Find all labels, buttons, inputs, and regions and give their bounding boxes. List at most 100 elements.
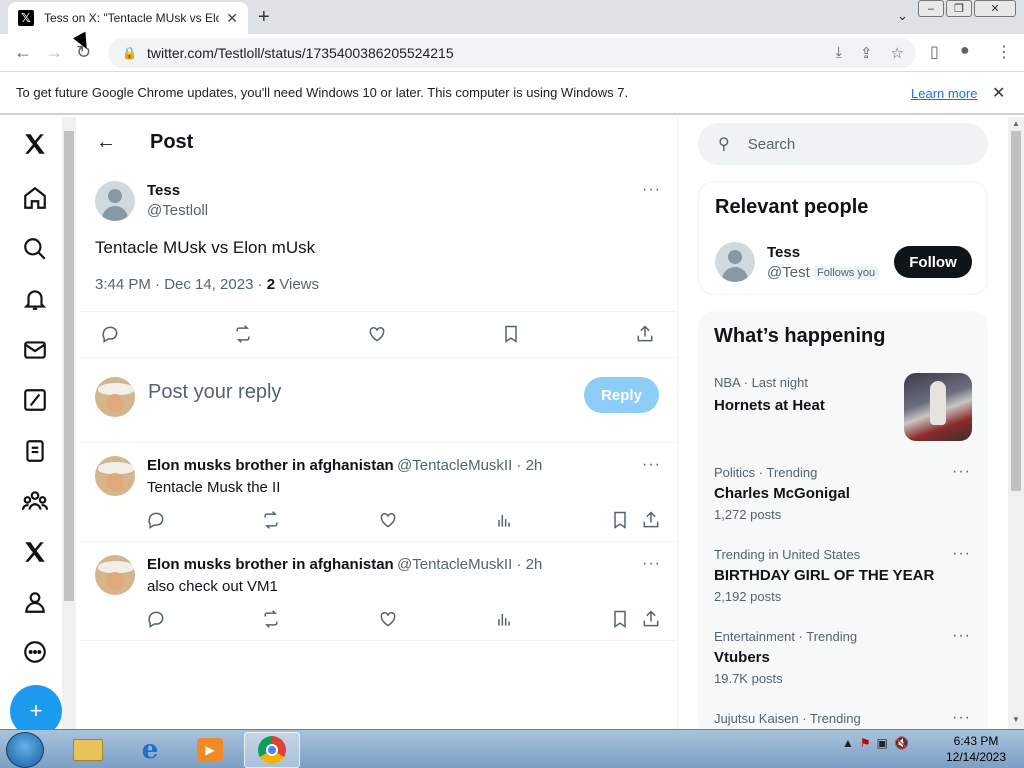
page-scrollbar[interactable]: ▲ ▼ bbox=[1008, 117, 1024, 729]
share-icon[interactable]: ⇪ bbox=[860, 44, 873, 62]
trend-title[interactable]: BIRTHDAY GIRL OF THE YEAR bbox=[714, 567, 934, 584]
infobar-close-icon[interactable]: ✕ bbox=[992, 83, 1005, 103]
home-icon[interactable] bbox=[20, 183, 50, 213]
more-options-icon[interactable]: ··· bbox=[642, 456, 661, 474]
internet-explorer-icon[interactable]: e bbox=[122, 732, 178, 768]
search-input[interactable]: Search bbox=[748, 136, 796, 153]
analytics-icon[interactable] bbox=[494, 510, 516, 532]
file-explorer-icon[interactable] bbox=[60, 732, 116, 768]
like-heart-icon[interactable] bbox=[367, 324, 389, 346]
trend-title[interactable]: Vtubers bbox=[714, 649, 770, 666]
share-icon[interactable] bbox=[641, 510, 663, 532]
notifications-bell-icon[interactable] bbox=[20, 284, 50, 314]
share-icon[interactable] bbox=[635, 324, 657, 346]
reply-avatar[interactable] bbox=[95, 456, 135, 496]
minimize-icon[interactable]: – bbox=[918, 0, 944, 17]
forward-arrow-icon[interactable]: → bbox=[45, 42, 63, 63]
communities-icon[interactable] bbox=[20, 486, 50, 516]
network-icon[interactable]: ▣ bbox=[877, 736, 888, 750]
grok-icon[interactable] bbox=[20, 385, 50, 415]
address-bar[interactable]: 🔒 twitter.com/Testloll/status/1735400386… bbox=[108, 38, 916, 68]
messages-mail-icon[interactable] bbox=[20, 335, 50, 365]
repost-icon[interactable] bbox=[261, 510, 283, 532]
install-icon[interactable]: ⤓ bbox=[835, 44, 842, 62]
reply-avatar[interactable] bbox=[95, 555, 135, 595]
explore-search-icon[interactable] bbox=[20, 234, 50, 264]
author-avatar[interactable] bbox=[95, 181, 135, 221]
lists-icon[interactable] bbox=[20, 436, 50, 466]
tab-title: Tess on X: "Tentacle MUsk vs Elon bbox=[44, 11, 219, 25]
like-heart-icon[interactable] bbox=[378, 510, 400, 532]
repost-icon[interactable] bbox=[233, 324, 255, 346]
divider bbox=[80, 357, 678, 358]
menu-kebab-icon[interactable]: ⋮ bbox=[996, 42, 1012, 62]
new-tab-icon[interactable]: + bbox=[258, 6, 270, 29]
back-arrow-icon[interactable]: ← bbox=[14, 42, 32, 63]
tweet-time[interactable]: 3:44 PM · Dec 14, 2023 · bbox=[95, 276, 267, 293]
compose-post-button[interactable]: + bbox=[10, 685, 62, 729]
media-player-icon[interactable]: ▶ bbox=[182, 732, 238, 768]
action-center-flag-icon[interactable]: ⚑ bbox=[860, 736, 871, 750]
share-icon[interactable] bbox=[641, 609, 663, 631]
trend-title[interactable]: Charles McGonigal bbox=[714, 485, 850, 502]
chrome-taskbar-icon[interactable] bbox=[244, 732, 300, 768]
more-circle-icon[interactable] bbox=[20, 637, 50, 667]
omnibox-icons: ⤓ ⇪ ☆ bbox=[835, 44, 916, 62]
reply-author-name[interactable]: Elon musks brother in afghanistan bbox=[147, 556, 394, 573]
bookmark-star-icon[interactable]: ☆ bbox=[891, 44, 904, 62]
more-options-icon[interactable]: ··· bbox=[952, 627, 971, 645]
views-count: 2 bbox=[266, 276, 276, 293]
reply-icon[interactable] bbox=[146, 510, 168, 532]
volume-muted-icon[interactable]: 🔇 bbox=[894, 736, 909, 750]
follow-button[interactable]: Follow bbox=[894, 246, 972, 278]
more-options-icon[interactable]: ··· bbox=[642, 555, 661, 573]
my-avatar[interactable] bbox=[95, 377, 135, 417]
like-heart-icon[interactable] bbox=[378, 609, 400, 631]
reply-author-name[interactable]: Elon musks brother in afghanistan bbox=[147, 457, 394, 474]
profile-icon[interactable]: ● bbox=[960, 42, 970, 60]
reply-icon[interactable] bbox=[100, 324, 122, 346]
trend-thumbnail[interactable] bbox=[904, 373, 972, 441]
bookmark-icon[interactable] bbox=[501, 324, 523, 346]
reply-button[interactable]: Reply bbox=[584, 377, 659, 413]
restore-icon[interactable]: ❐ bbox=[946, 0, 972, 17]
analytics-icon[interactable] bbox=[494, 609, 516, 631]
more-options-icon[interactable]: ··· bbox=[642, 181, 661, 199]
reply-icon[interactable] bbox=[146, 609, 168, 631]
bookmark-icon[interactable] bbox=[610, 510, 632, 532]
profile-person-icon[interactable] bbox=[20, 587, 50, 617]
search-box[interactable]: ⚲ Search bbox=[698, 123, 988, 165]
scroll-down-arrow-icon[interactable]: ▼ bbox=[1012, 715, 1020, 724]
relevant-name[interactable]: Tess bbox=[767, 244, 800, 261]
bookmark-icon[interactable] bbox=[610, 609, 632, 631]
tab-search-chevron-icon[interactable]: ⌄ bbox=[897, 8, 908, 24]
more-options-icon[interactable]: ··· bbox=[952, 545, 971, 563]
window-close-icon[interactable]: ✕ bbox=[974, 0, 1016, 17]
relevant-handle[interactable]: @Test bbox=[767, 264, 810, 281]
start-orb-icon[interactable] bbox=[6, 732, 44, 768]
relevant-avatar[interactable] bbox=[715, 242, 755, 282]
taskbar-clock[interactable]: 6:43 PM 12/14/2023 bbox=[936, 733, 1016, 765]
page-scroll-thumb[interactable] bbox=[1011, 131, 1021, 491]
reply-input[interactable]: Post your reply bbox=[148, 381, 281, 404]
author-handle[interactable]: @Testloll bbox=[147, 202, 208, 219]
more-options-icon[interactable]: ··· bbox=[952, 463, 971, 481]
left-scrollbar[interactable] bbox=[62, 117, 76, 729]
reply-author-handle[interactable]: @TentacleMuskII · 2h bbox=[397, 457, 542, 474]
windows-taskbar: e ▶ ▲ ⚑ ▣ 🔇 6:43 PM 12/14/2023 bbox=[0, 729, 1024, 768]
repost-icon[interactable] bbox=[261, 609, 283, 631]
author-name[interactable]: Tess bbox=[147, 182, 180, 199]
more-options-icon[interactable]: ··· bbox=[952, 709, 971, 727]
tab-close-icon[interactable]: ✕ bbox=[226, 10, 238, 27]
x-home-logo-icon[interactable] bbox=[20, 129, 50, 159]
trend-title[interactable]: Hornets at Heat bbox=[714, 397, 825, 414]
tray-expand-icon[interactable]: ▲ bbox=[842, 736, 854, 750]
left-scroll-thumb[interactable] bbox=[64, 131, 74, 601]
reply-author-handle[interactable]: @TentacleMuskII · 2h bbox=[397, 556, 542, 573]
back-arrow-icon[interactable]: ← bbox=[96, 131, 116, 154]
side-panel-icon[interactable]: ▯ bbox=[930, 42, 939, 62]
learn-more-link[interactable]: Learn more bbox=[911, 86, 977, 101]
browser-tab[interactable]: 𝕏 Tess on X: "Tentacle MUsk vs Elon ✕ bbox=[8, 2, 248, 34]
scroll-up-arrow-icon[interactable]: ▲ bbox=[1012, 119, 1020, 128]
premium-x-icon[interactable] bbox=[20, 537, 50, 567]
